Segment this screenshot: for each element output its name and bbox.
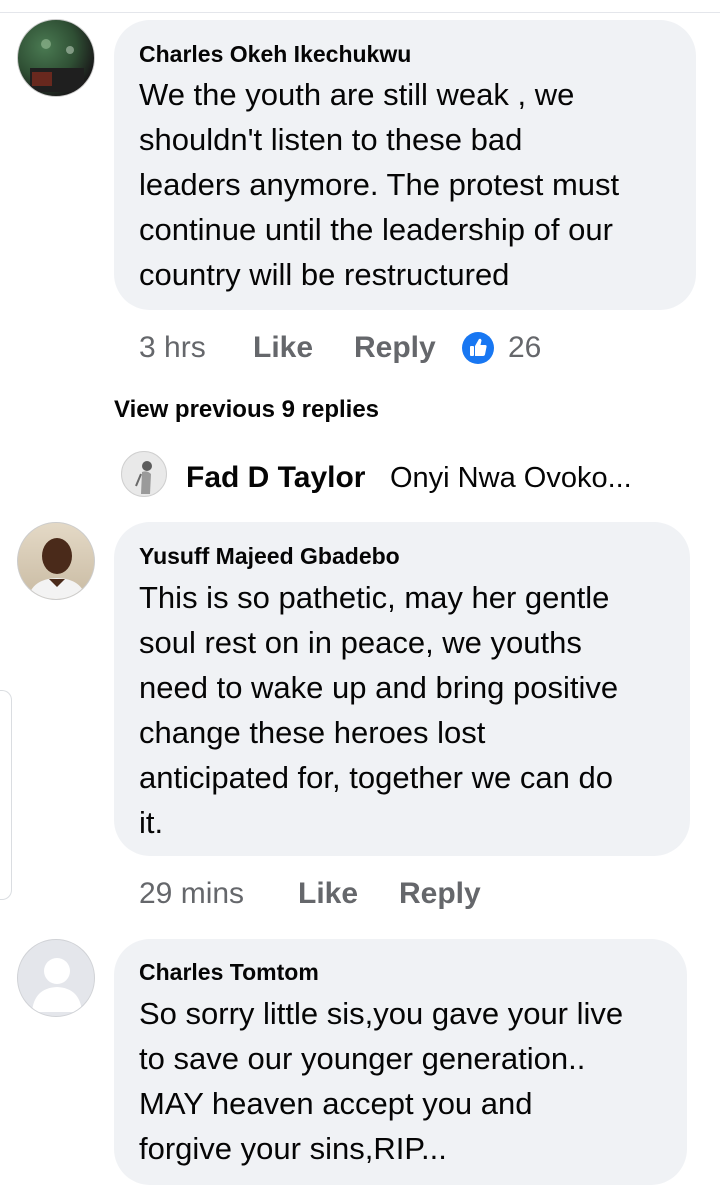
comment-timestamp[interactable]: 3 hrs — [139, 331, 206, 365]
comment-author[interactable]: Yusuff Majeed Gbadebo — [139, 543, 400, 570]
comment-line: MAY heaven accept you and — [139, 1086, 533, 1121]
avatar-default-profile-icon[interactable] — [17, 939, 95, 1017]
comment-line: This is so pathetic, may her gentle — [139, 580, 610, 615]
comment-author[interactable]: Charles Tomtom — [139, 959, 319, 986]
comment-text: This is so pathetic, may her gentle soul… — [139, 575, 618, 845]
reply-button[interactable]: Reply — [399, 877, 481, 911]
comment-timestamp[interactable]: 29 mins — [139, 877, 244, 911]
avatar-charles-okeh[interactable] — [17, 19, 95, 97]
comment-line: continue until the leadership of our — [139, 212, 613, 247]
reply-button[interactable]: Reply — [354, 331, 436, 365]
comment-line: anticipated for, together we can do — [139, 760, 613, 795]
comment-line: country will be restructured — [139, 257, 510, 292]
like-button[interactable]: Like — [298, 877, 358, 911]
comment-line: forgive your sins,RIP... — [139, 1131, 447, 1166]
comment-line: change these heroes lost — [139, 715, 486, 750]
avatar-yusuff-majeed[interactable] — [17, 522, 95, 600]
comment-line: need to wake up and bring positive — [139, 670, 619, 705]
comment-line: soul rest on in peace, we youths — [139, 625, 582, 660]
comment-line: shouldn't listen to these bad — [139, 122, 523, 157]
comment-line: So sorry little sis,you gave your live — [139, 996, 624, 1031]
reply-author[interactable]: Fad D Taylor — [186, 461, 365, 495]
top-divider — [0, 12, 720, 13]
thumbs-up-icon[interactable] — [462, 332, 494, 364]
comment-line: leaders anymore. The protest must — [139, 167, 620, 202]
reply-snippet[interactable]: Onyi Nwa Ovoko... — [390, 462, 632, 495]
comment-author[interactable]: Charles Okeh Ikechukwu — [139, 41, 411, 68]
avatar-fad-d-taylor[interactable] — [121, 451, 167, 497]
comment-line: to save our younger generation.. — [139, 1041, 586, 1076]
reaction-count[interactable]: 26 — [508, 331, 541, 365]
comment-line: it. — [139, 805, 164, 840]
like-button[interactable]: Like — [253, 331, 313, 365]
side-panel-edge — [0, 690, 12, 900]
view-previous-replies-link[interactable]: View previous 9 replies — [114, 396, 379, 424]
comment-line: We the youth are still weak , we — [139, 77, 575, 112]
comment-text: We the youth are still weak , we shouldn… — [139, 72, 619, 297]
comment-text: So sorry little sis,you gave your live t… — [139, 991, 623, 1171]
